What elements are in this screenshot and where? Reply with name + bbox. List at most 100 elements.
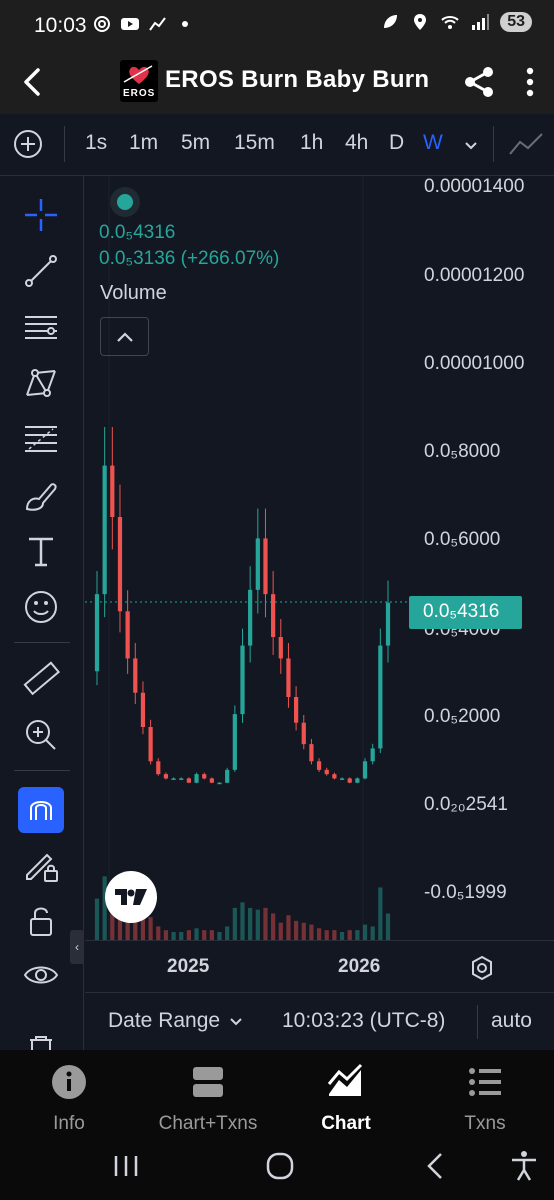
emoji-tool[interactable] — [18, 584, 64, 630]
horizontal-lines-tool[interactable] — [18, 304, 64, 350]
nav-chart-txns[interactable]: Chart+Txns — [148, 1062, 268, 1135]
accessibility-icon[interactable] — [506, 1148, 542, 1184]
battery-level: 53 — [500, 12, 532, 32]
lock-drawings-tool[interactable] — [18, 842, 64, 888]
unlock-tool[interactable] — [18, 898, 64, 944]
magnet-icon — [30, 801, 52, 820]
volume-bar — [171, 932, 176, 940]
volume-bar — [309, 924, 314, 940]
add-indicator-icon[interactable] — [12, 128, 44, 160]
volume-bar — [385, 913, 391, 940]
volume-bar — [263, 907, 268, 940]
volume-collapse-button[interactable] — [100, 317, 149, 356]
brush-tool[interactable] — [18, 472, 64, 518]
price-axis-label: 0.0₂₀2541 — [424, 794, 508, 815]
wifi-icon — [441, 16, 459, 29]
nav-info[interactable]: Info — [9, 1062, 129, 1135]
volume-bar — [225, 926, 230, 940]
nav-txns-label: Txns — [464, 1113, 506, 1134]
home-icon[interactable] — [262, 1148, 298, 1184]
candle-body — [140, 692, 146, 727]
candle-body — [110, 465, 115, 517]
unlock-icon — [30, 907, 52, 936]
date-range-button[interactable]: Date Range — [108, 1009, 244, 1033]
youtube-icon — [121, 18, 139, 30]
candle-body — [102, 465, 107, 595]
volume-bar — [332, 930, 337, 940]
nav-txns[interactable]: Txns — [425, 1062, 545, 1135]
auto-scale-button[interactable]: auto — [491, 1009, 532, 1033]
divider — [477, 1005, 478, 1039]
nav-chart[interactable]: Chart — [286, 1062, 406, 1135]
visibility-tool[interactable] — [18, 952, 64, 998]
interval-4h[interactable]: 4h — [345, 131, 368, 155]
at-sign-icon — [94, 16, 110, 32]
volume-bar — [179, 932, 184, 940]
chart-area[interactable]: 0.0₅4316 0.0₅3136 (+266.07%) Volume 0.00… — [85, 176, 554, 940]
recent-apps-icon[interactable] — [108, 1148, 144, 1184]
crosshair-tool[interactable] — [18, 192, 64, 238]
candle-body — [293, 697, 299, 723]
interval-1s[interactable]: 1s — [85, 131, 107, 155]
back-arrow-icon[interactable] — [16, 64, 52, 100]
chevron-up-icon — [116, 331, 133, 342]
price-axis-label: 0.00001200 — [424, 265, 525, 286]
volume-bar — [232, 907, 237, 940]
tradingview-logo[interactable] — [105, 871, 157, 923]
fib-retracement-tool[interactable] — [18, 416, 64, 462]
timezone-clock[interactable]: 10:03:23 (UTC-8) — [282, 1009, 445, 1033]
candle-body — [171, 778, 176, 780]
series-status-dot — [117, 194, 133, 210]
candle-body — [240, 645, 245, 715]
interval-d[interactable]: D — [389, 131, 404, 155]
magnet-tool[interactable] — [18, 787, 64, 833]
candle-body — [324, 769, 329, 775]
measure-tool[interactable] — [18, 656, 64, 702]
smiley-icon — [25, 591, 57, 623]
volume-bar — [355, 930, 360, 940]
collapse-toolbar-handle[interactable]: ‹ — [70, 930, 84, 964]
status-notification-icons — [92, 14, 188, 34]
share-icon[interactable] — [462, 64, 498, 100]
volume-bar — [347, 930, 352, 940]
time-axis: 2025 2026 — [85, 940, 554, 992]
page-title: EROS Burn Baby Burn — [165, 66, 430, 93]
volume-bar — [370, 926, 375, 940]
volume-bar — [316, 928, 322, 940]
back-icon[interactable] — [418, 1148, 454, 1184]
zoom-tool[interactable] — [18, 712, 64, 758]
interval-15m[interactable]: 15m — [234, 131, 275, 155]
interval-5m[interactable]: 5m — [181, 131, 210, 155]
candle-body — [156, 761, 161, 775]
trend-line-tool[interactable] — [18, 248, 64, 294]
candle-body — [225, 769, 230, 783]
line-chart-type-icon[interactable] — [508, 128, 544, 160]
text-icon — [29, 537, 53, 567]
bottom-navigation: Info Chart+Txns Chart Txns — [0, 1050, 554, 1136]
interval-w[interactable]: W — [423, 131, 443, 155]
chart-settings-icon[interactable] — [469, 955, 495, 981]
eye-icon — [23, 966, 59, 984]
zoom-in-icon — [26, 720, 56, 750]
volume-bar — [324, 930, 329, 940]
volume-bar — [163, 930, 169, 940]
fib-retracement-icon — [25, 426, 57, 452]
trash-icon[interactable] — [26, 1034, 56, 1050]
interval-1m[interactable]: 1m — [129, 131, 158, 155]
more-options-icon[interactable] — [518, 64, 542, 100]
candle-body — [309, 744, 314, 762]
candle-body — [271, 594, 276, 637]
chevron-down-icon[interactable] — [462, 136, 480, 154]
text-tool[interactable] — [18, 528, 64, 574]
volume-bar — [278, 922, 283, 940]
candle-body — [378, 645, 383, 749]
pattern-tool[interactable] — [18, 360, 64, 406]
location-icon — [414, 14, 427, 30]
volume-bar — [293, 920, 299, 940]
horizontal-lines-icon — [25, 316, 57, 339]
interval-1h[interactable]: 1h — [300, 131, 323, 155]
candle-body — [217, 782, 222, 785]
volume-bar — [148, 917, 153, 940]
divider — [493, 126, 494, 162]
volume-bar — [339, 932, 345, 940]
